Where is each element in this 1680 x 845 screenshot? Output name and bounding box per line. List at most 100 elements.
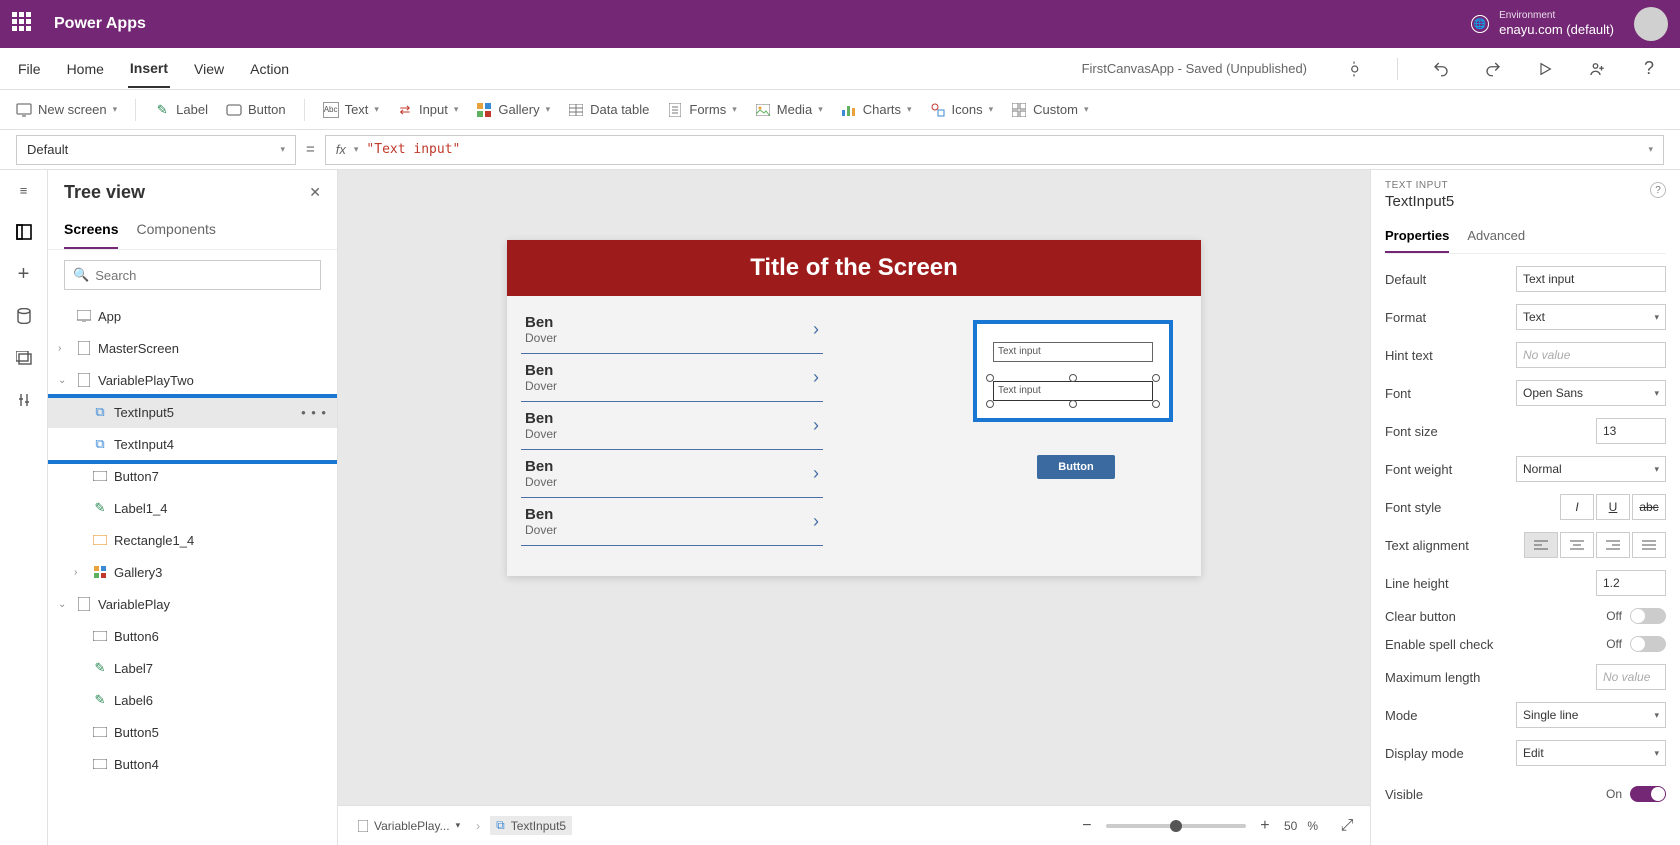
search-input[interactable] [95,268,312,283]
prop-lineheight[interactable]: 1.2 [1596,570,1666,596]
tab-advanced[interactable]: Advanced [1467,222,1525,253]
zoom-in-button[interactable]: + [1256,817,1274,835]
prop-spell-toggle[interactable] [1630,636,1666,652]
environment-picker[interactable]: 🌐 Environment enayu.com (default) [1471,10,1614,38]
align-justify-button[interactable] [1632,532,1666,558]
prop-maxlen[interactable]: No value [1596,664,1666,690]
menu-home[interactable]: Home [65,51,106,87]
tab-properties[interactable]: Properties [1385,222,1449,253]
tree-node-button7[interactable]: Button7 [48,460,337,492]
zoom-slider[interactable] [1106,824,1246,828]
menu-insert[interactable]: Insert [128,50,170,88]
tree-node-gallery3[interactable]: ›Gallery3 [48,556,337,588]
canvas-button[interactable]: Button [1037,455,1115,479]
tree-body: App ›MasterScreen ⌄VariablePlayTwo ⧉Text… [48,300,337,845]
close-icon[interactable]: ✕ [309,184,321,201]
new-screen-button[interactable]: New screen ▾ [16,102,117,118]
underline-button[interactable]: U [1596,494,1630,520]
prop-clear-toggle[interactable] [1630,608,1666,624]
formula-input[interactable]: fx ▾ "Text input" ▾ [325,135,1664,165]
tree-view-icon[interactable] [14,222,34,242]
menu-file[interactable]: File [16,51,43,87]
ribbon-custom[interactable]: Custom▾ [1011,102,1088,118]
ribbon-label[interactable]: ✎Label [154,102,208,118]
prop-mode[interactable]: Single line▾ [1516,702,1666,728]
ribbon-icons[interactable]: Icons▾ [930,102,994,118]
tree-node-app[interactable]: App [48,300,337,332]
strike-button[interactable]: abc [1632,494,1666,520]
ribbon-charts[interactable]: Charts▾ [841,102,912,118]
undo-icon[interactable] [1426,54,1456,84]
breadcrumb-control[interactable]: ⧉TextInput5 [490,816,572,835]
tree-node-variableplaytwo[interactable]: ⌄VariablePlayTwo [48,364,337,396]
chevron-right-icon: › [813,319,819,340]
tree-node-rectangle1-4[interactable]: Rectangle1_4 [48,524,337,556]
help-icon[interactable]: ? [1634,54,1664,84]
play-icon[interactable] [1530,54,1560,84]
tree-node-button4[interactable]: Button4 [48,748,337,780]
tree-node-button5[interactable]: Button5 [48,716,337,748]
tree-node-label7[interactable]: ✎Label7 [48,652,337,684]
gallery-row[interactable]: BenDover› [521,498,823,546]
gallery-row[interactable]: BenDover› [521,354,823,402]
prop-fontweight[interactable]: Normal▾ [1516,456,1666,482]
ribbon-button[interactable]: Button [226,102,286,118]
menu-action[interactable]: Action [248,51,291,87]
more-icon[interactable]: • • • [301,405,327,420]
waffle-icon[interactable] [12,12,36,36]
tree-node-variableplay[interactable]: ⌄VariablePlay [48,588,337,620]
tree-node-label6[interactable]: ✎Label6 [48,684,337,716]
breadcrumb-screen[interactable]: VariablePlay...▾ [352,817,466,835]
property-selector[interactable]: Default ▾ [16,135,296,165]
align-right-button[interactable] [1596,532,1630,558]
ribbon-text[interactable]: AbcText▾ [323,102,379,118]
hamburger-icon[interactable]: ≡ [14,180,34,200]
share-icon[interactable] [1582,54,1612,84]
help-icon[interactable]: ? [1650,182,1666,198]
tree-node-masterscreen[interactable]: ›MasterScreen [48,332,337,364]
gallery-row[interactable]: BenDover› [521,306,823,354]
selection-group[interactable]: Text input Text input [973,320,1173,422]
zoom-out-button[interactable]: − [1078,817,1096,835]
prop-visible-toggle[interactable] [1630,786,1666,802]
tree-search[interactable]: 🔍 [64,260,321,290]
ribbon-forms[interactable]: Forms▾ [667,102,736,118]
data-icon[interactable] [14,306,34,326]
ribbon-input[interactable]: ⇄Input▾ [397,102,458,118]
prop-fontsize[interactable]: 13 [1596,418,1666,444]
prop-default[interactable]: Text input [1516,266,1666,292]
prop-font[interactable]: Open Sans▾ [1516,380,1666,406]
gallery-row[interactable]: BenDover› [521,402,823,450]
tab-screens[interactable]: Screens [64,215,118,249]
menu-view[interactable]: View [192,51,226,87]
insert-icon[interactable]: + [14,264,34,284]
avatar[interactable] [1634,7,1668,41]
chevron-down-icon[interactable]: ▾ [1648,144,1653,155]
redo-icon[interactable] [1478,54,1508,84]
prop-hint[interactable]: No value [1516,342,1666,368]
tree-node-textinput5[interactable]: ⧉TextInput5• • • [48,396,337,428]
align-left-button[interactable] [1524,532,1558,558]
screen-preview[interactable]: Title of the Screen BenDover› BenDover› … [507,240,1201,576]
app-checker-icon[interactable] [1339,54,1369,84]
ribbon-gallery[interactable]: Gallery▾ [476,102,550,118]
media-panel-icon[interactable] [14,348,34,368]
italic-button[interactable]: I [1560,494,1594,520]
prop-align [1524,532,1666,558]
align-center-button[interactable] [1560,532,1594,558]
shapes-icon [930,102,946,118]
ribbon-datatable[interactable]: Data table [568,102,649,118]
prop-format[interactable]: Text▾ [1516,304,1666,330]
canvas-textinput4[interactable]: Text input [993,381,1153,401]
advanced-tools-icon[interactable] [14,390,34,410]
ribbon-media[interactable]: Media▾ [755,102,823,118]
app-status: FirstCanvasApp - Saved (Unpublished) [1082,61,1307,76]
tree-node-label1-4[interactable]: ✎Label1_4 [48,492,337,524]
canvas-textinput5[interactable]: Text input [993,342,1153,362]
fit-icon[interactable]: ⤢ [1338,817,1356,835]
tab-components[interactable]: Components [136,215,215,249]
tree-node-button6[interactable]: Button6 [48,620,337,652]
tree-node-textinput4[interactable]: ⧉TextInput4 [48,428,337,460]
prop-displaymode[interactable]: Edit▾ [1516,740,1666,766]
gallery-row[interactable]: BenDover› [521,450,823,498]
